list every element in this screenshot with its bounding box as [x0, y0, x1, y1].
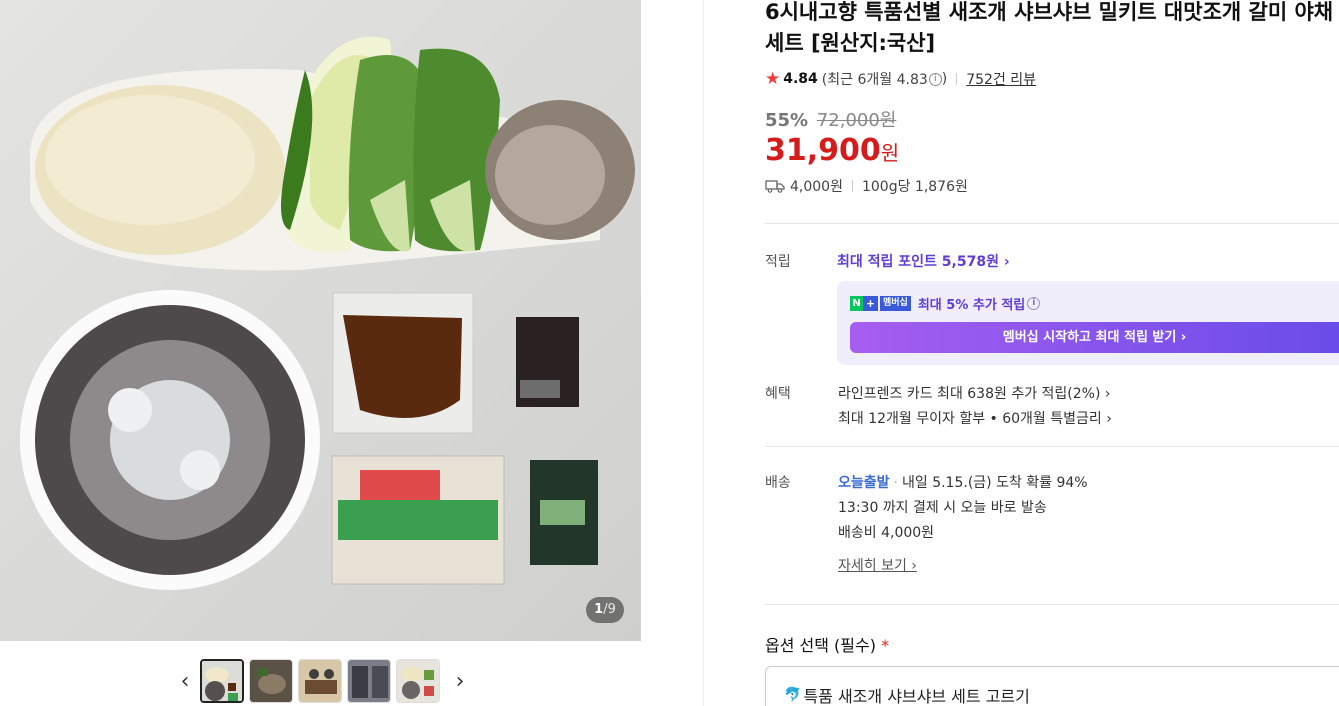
points-label: 적립: [765, 254, 791, 270]
section-divider: [765, 604, 1339, 605]
discount-rate: 55%: [765, 110, 809, 131]
original-price: 72,000원: [816, 110, 897, 131]
main-product-image[interactable]: 1/9: [0, 0, 641, 641]
review-count-link[interactable]: 752건 리뷰: [966, 69, 1036, 89]
info-icon[interactable]: i: [1027, 297, 1041, 310]
benefits-section: 혜택 라인프렌즈 카드 최대 638원 추가 적립(2%) › 최대 12개월 …: [765, 383, 1339, 433]
separator: [956, 73, 958, 85]
arrival-text: 내일 5.15.(금) 도착 확률 94%: [901, 475, 1088, 491]
sale-price: 31,900: [765, 133, 881, 168]
thumbnail-2[interactable]: [249, 659, 293, 703]
price-unit: 원: [880, 141, 900, 165]
max-points-link[interactable]: 최대 적립 포인트 5,578원 ›: [837, 251, 1339, 271]
shipping-summary: 4,000원 100g당 1,876원: [765, 176, 1339, 196]
rating-recent-close: ): [941, 71, 948, 87]
option-select-dropdown[interactable]: 🐬 특품 새조개 샤브샤브 세트 고르기: [765, 666, 1339, 706]
chevron-left-icon: ‹: [180, 668, 190, 694]
required-mark: *: [881, 636, 890, 655]
truck-icon: [765, 180, 785, 193]
delivery-detail: 자세히 보기 ›: [838, 555, 1339, 580]
membership-extra: 최대 5% 추가 적립: [917, 298, 1026, 313]
benefits-label: 혜택: [765, 386, 791, 402]
rating-recent: (최근 6개월 4.83: [821, 72, 928, 88]
fish-icon: 🐬: [784, 686, 802, 703]
thumbnail-image: [250, 660, 292, 702]
delivery-section: 배송 오늘출발 · 내일 5.15.(금) 도착 확률 94% 13:30 까지 결…: [765, 472, 1339, 580]
counter-total: /9: [603, 602, 616, 617]
points-section: 적립 최대 적립 포인트 5,578원 › N + 멤버십 최대 5% 추가 적립 …: [765, 251, 1339, 365]
prev-thumbnail-button[interactable]: ‹: [170, 659, 200, 703]
option-label-text: 옵션 선택 (필수): [765, 636, 876, 655]
delivery-detail-link[interactable]: 자세히 보기 ›: [838, 558, 917, 574]
chevron-right-icon: ›: [455, 668, 465, 694]
option-section: 옵션 선택 (필수) * 🐬 특품 새조개 샤브샤브 세트 고르기: [765, 632, 1339, 706]
sale-price-row: 31,900원: [765, 133, 1339, 168]
thumbnail-image: [397, 660, 439, 702]
naver-plus-badge: N + 멤버십: [850, 296, 911, 311]
thumbnail-image: [348, 660, 390, 702]
original-price-row: 55% 72,000원: [765, 106, 1339, 131]
product-photo: [0, 0, 641, 641]
membership-badge-text: 멤버십: [880, 296, 911, 311]
separator: [851, 180, 853, 192]
membership-start-button[interactable]: 멤버십 시작하고 최대 적립 받기 ›: [850, 322, 1339, 353]
rating-row: ★ 4.84 (최근 6개월 4.83 i) 752건 리뷰: [765, 69, 1339, 89]
option-label: 옵션 선택 (필수) *: [765, 632, 1339, 656]
thumbnail-4[interactable]: [347, 659, 391, 703]
thumbnail-strip: ‹ ›: [170, 659, 475, 703]
section-divider: [765, 223, 1339, 224]
membership-line: N + 멤버십 최대 5% 추가 적립 i: [850, 294, 1339, 313]
thumbnail-image: [299, 660, 341, 702]
thumbnail-image: [202, 661, 242, 701]
membership-box: N + 멤버십 최대 5% 추가 적립 i 멤버십 시작하고 최대 적립 받기 ›: [837, 281, 1339, 365]
next-thumbnail-button[interactable]: ›: [445, 659, 475, 703]
counter-current: 1: [594, 602, 604, 617]
product-title: 6시내고향 특품선별 새조개 샤브샤브 밀키트 대맛조개 갈미 야채세트 [원산…: [765, 0, 1334, 55]
shipping-fee: 4,000원: [790, 179, 843, 195]
rating-value: 4.84: [783, 71, 818, 87]
section-divider: [765, 446, 1339, 447]
unit-price: 100g당 1,876원: [861, 179, 968, 195]
today-shipping-badge: 오늘출발: [838, 475, 890, 491]
column-divider: [703, 0, 704, 706]
thumbnail-5[interactable]: [396, 659, 440, 703]
option-selected-value: 특품 새조개 샤브샤브 세트 고르기: [803, 686, 1030, 706]
delivery-label: 배송: [765, 475, 791, 491]
card-benefit-link[interactable]: 라인프렌즈 카드 최대 638원 추가 적립(2%) ›: [838, 383, 1339, 408]
delivery-fee: 배송비 4,000원: [838, 525, 935, 541]
delivery-arrival: 오늘출발 · 내일 5.15.(금) 도착 확률 94%: [838, 475, 1088, 491]
star-icon: ★: [765, 69, 781, 89]
product-info-panel: 6시내고향 특품선별 새조개 샤브샤브 밀키트 대맛조개 갈미 야채세트 [원산…: [765, 0, 1339, 706]
cutoff-text: 13:30 까지 결제 시 오늘 바로 발송: [838, 500, 1047, 516]
image-counter: 1/9: [586, 597, 624, 623]
thumbnail-3[interactable]: [298, 659, 342, 703]
installment-benefit-link[interactable]: 최대 12개월 무이자 할부 • 60개월 특별금리 ›: [838, 408, 1339, 433]
thumbnail-1[interactable]: [200, 659, 244, 703]
info-icon[interactable]: i: [928, 72, 942, 86]
